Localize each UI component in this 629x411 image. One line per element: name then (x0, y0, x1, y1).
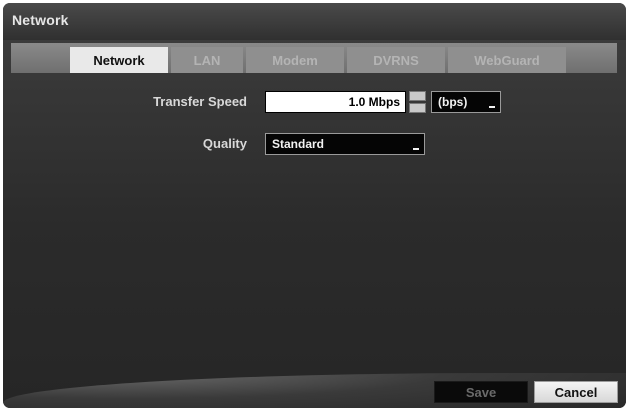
network-settings-window: Network Network LAN Modem DVRNS WebGuard… (3, 3, 626, 408)
quality-dropdown[interactable]: Standard (265, 133, 425, 155)
tab-lan[interactable]: LAN (171, 47, 243, 73)
window-title: Network (12, 12, 69, 28)
title-bar: Network (3, 3, 626, 40)
spin-up-button[interactable] (409, 91, 426, 101)
quality-value: Standard (272, 137, 325, 151)
spin-down-button[interactable] (409, 103, 426, 113)
transfer-speed-spinner[interactable] (409, 91, 426, 113)
transfer-speed-label: Transfer Speed (153, 94, 247, 109)
tab-network[interactable]: Network (70, 47, 168, 73)
tab-dvrns[interactable]: DVRNS (347, 47, 445, 73)
speed-unit-value: (bps) (438, 95, 468, 109)
tabs: Network LAN Modem DVRNS WebGuard (70, 47, 569, 73)
tab-modem[interactable]: Modem (246, 47, 344, 73)
dropdown-caret-icon (413, 148, 419, 150)
transfer-speed-field[interactable]: 1.0 Mbps (265, 91, 406, 113)
cancel-button[interactable]: Cancel (534, 381, 618, 403)
quality-label: Quality (202, 136, 247, 151)
save-button[interactable]: Save (434, 381, 528, 403)
decorative-floor (3, 373, 626, 408)
speed-unit-dropdown[interactable]: (bps) (431, 91, 501, 113)
dropdown-caret-icon (489, 106, 495, 108)
tab-webguard[interactable]: WebGuard (448, 47, 566, 73)
